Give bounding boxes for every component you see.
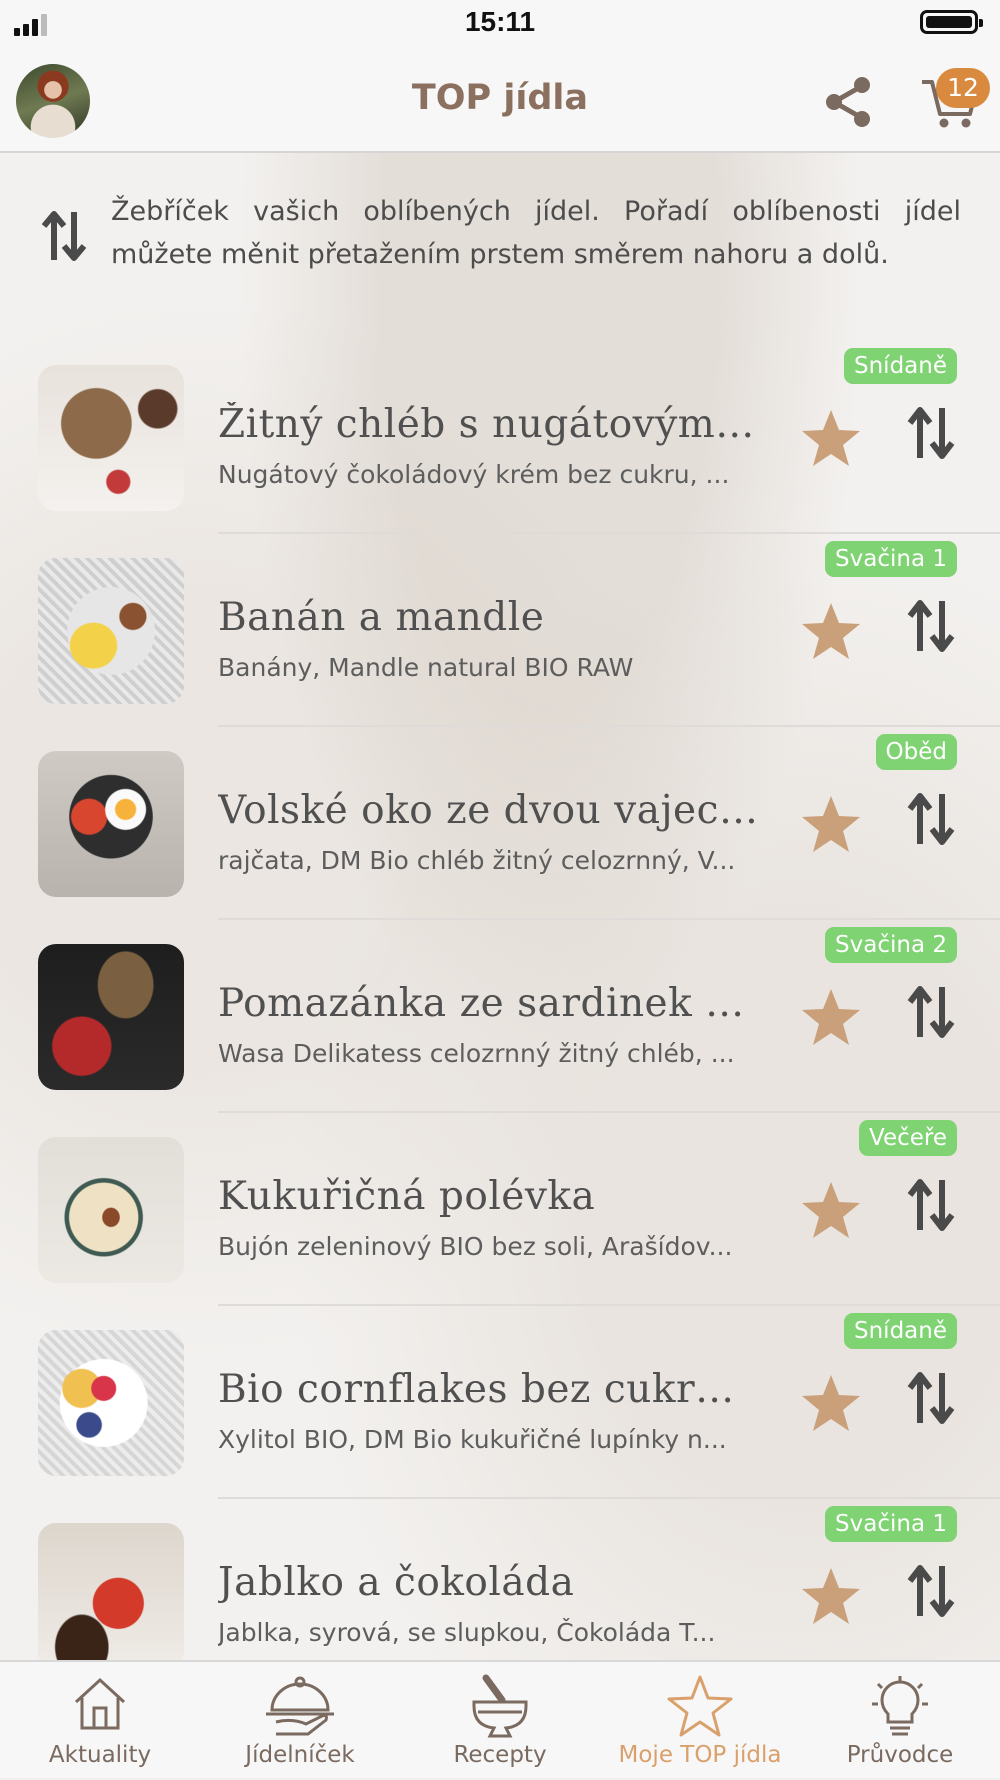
meal-category-tag: Svačina 1 — [825, 1506, 957, 1542]
tab-jidelnicek[interactable]: Jídelníček — [200, 1662, 400, 1780]
star-icon[interactable] — [800, 1373, 862, 1433]
star-icon[interactable] — [800, 1180, 862, 1240]
tab-pruvodce[interactable]: Průvodce — [800, 1662, 1000, 1780]
star-icon[interactable] — [800, 408, 862, 468]
meal-ingredients: rajčata, DM Bio chléb žitný celozrnný, V… — [218, 846, 736, 875]
tab-moje-top-jidla[interactable]: Moje TOP jídla — [600, 1662, 800, 1780]
meal-thumbnail — [38, 1137, 184, 1283]
tab-recepty[interactable]: Recepty — [400, 1662, 600, 1780]
meal-category-tag: Oběd — [875, 734, 957, 770]
meal-name: Volské oko ze dvou vajec,... — [218, 788, 758, 833]
cloche-icon — [266, 1676, 334, 1736]
meal-ingredients: Nugátový čokoládový krém bez cukru, ... — [218, 460, 730, 489]
cart-count-badge: 12 — [936, 68, 990, 108]
status-bar: 15:11 — [0, 0, 1000, 50]
drag-handle-icon[interactable] — [907, 597, 955, 655]
share-icon[interactable] — [822, 74, 874, 130]
meal-ingredients: Xylitol BIO, DM Bio kukuřičné lupínky n.… — [218, 1425, 727, 1454]
meal-name: Kukuřičná polévka — [218, 1174, 596, 1219]
meal-thumbnail — [38, 944, 184, 1090]
meal-category-tag: Snídaně — [844, 1313, 957, 1349]
app-header: TOP jídla 12 — [0, 50, 1000, 153]
drag-handle-icon[interactable] — [907, 1369, 955, 1427]
meal-thumbnail — [38, 1523, 184, 1669]
status-time: 15:11 — [464, 6, 536, 37]
meal-category-tag: Svačina 1 — [825, 541, 957, 577]
drag-handle-icon[interactable] — [907, 790, 955, 848]
list-item[interactable]: Oběd Volské oko ze dvou vajec,... rajčat… — [0, 726, 1000, 920]
meal-name: Jablko a čokoláda — [218, 1560, 575, 1605]
star-icon[interactable] — [800, 601, 862, 661]
meal-ingredients: Jablka, syrová, se slupkou, Čokoláda T..… — [218, 1618, 716, 1647]
house-icon — [74, 1677, 126, 1730]
info-text: Žebříček vašich oblíbených jídel. Pořadí… — [111, 196, 961, 270]
meal-name: Žitný chléb s nugátovým ... — [218, 402, 758, 447]
meal-ingredients: Wasa Delikatess celozrnný žitný chléb, .… — [218, 1039, 735, 1068]
reorder-icon — [41, 211, 87, 261]
meal-ingredients: Banány, Mandle natural BIO RAW — [218, 653, 634, 682]
drag-handle-icon[interactable] — [907, 983, 955, 1041]
meal-category-tag: Svačina 2 — [825, 927, 957, 963]
star-icon — [667, 1675, 733, 1737]
meal-category-tag: Večeře — [859, 1120, 957, 1156]
drag-handle-icon[interactable] — [907, 404, 955, 462]
meal-thumbnail — [38, 365, 184, 511]
tab-bar: Aktuality Jídelníček Recepty Moje TOP jí… — [0, 1660, 1000, 1778]
meal-thumbnail — [38, 751, 184, 897]
drag-handle-icon[interactable] — [907, 1562, 955, 1620]
mortar-icon — [472, 1674, 528, 1738]
list-item[interactable]: Svačina 1 Banán a mandle Banány, Mandle … — [0, 533, 1000, 727]
tab-label: Recepty — [453, 1742, 547, 1768]
list-item[interactable]: Snídaně Bio cornflakes bez cukru,... Xyl… — [0, 1305, 1000, 1499]
list-item[interactable]: Večeře Kukuřičná polévka Bujón zeleninov… — [0, 1112, 1000, 1306]
info-banner: Žebříček vašich oblíbených jídel. Pořadí… — [0, 188, 1000, 278]
tab-aktuality[interactable]: Aktuality — [0, 1662, 200, 1780]
star-icon[interactable] — [800, 794, 862, 854]
list-item[interactable]: Svačina 2 Pomazánka ze sardinek v... Was… — [0, 919, 1000, 1113]
star-icon[interactable] — [800, 1566, 862, 1626]
battery-icon — [920, 10, 983, 34]
tab-label: Moje TOP jídla — [618, 1742, 782, 1768]
tab-label: Aktuality — [48, 1742, 152, 1768]
meal-name: Bio cornflakes bez cukru,... — [218, 1367, 758, 1412]
tab-label: Průvodce — [846, 1742, 954, 1768]
meal-name: Pomazánka ze sardinek v... — [218, 981, 758, 1026]
list-item[interactable]: Snídaně Žitný chléb s nugátovým ... Nugá… — [0, 340, 1000, 534]
meal-thumbnail — [38, 558, 184, 704]
lightbulb-icon — [872, 1676, 928, 1736]
meal-ingredients: Bujón zeleninový BIO bez soli, Arašídov.… — [218, 1232, 733, 1261]
meal-thumbnail — [38, 1330, 184, 1476]
drag-handle-icon[interactable] — [907, 1176, 955, 1234]
meal-category-tag: Snídaně — [844, 348, 957, 384]
star-icon[interactable] — [800, 987, 862, 1047]
tab-label: Jídelníček — [245, 1742, 355, 1768]
meal-name: Banán a mandle — [218, 595, 545, 640]
